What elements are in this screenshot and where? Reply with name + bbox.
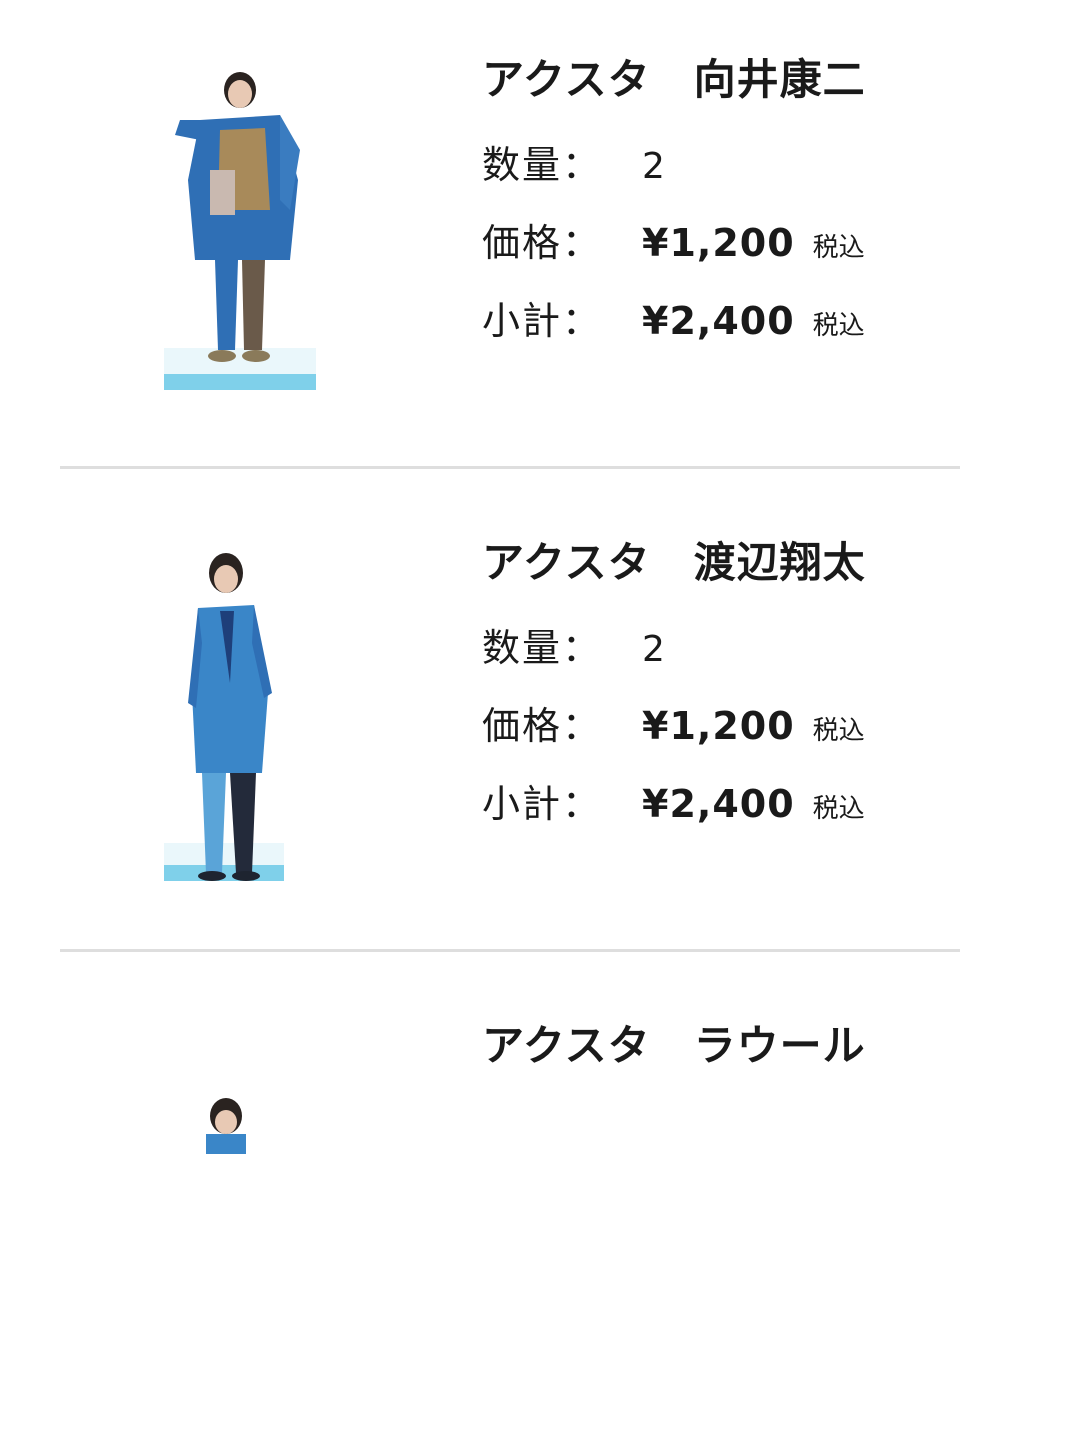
subtotal-tax-note: 税込 xyxy=(812,311,865,341)
item-details: アクスタ ラウール xyxy=(482,1020,1042,1100)
subtotal-tax-note: 税込 xyxy=(812,794,865,824)
quantity-value: 2 xyxy=(642,146,665,187)
cart-item: アクスタ ラウール xyxy=(0,966,1080,1449)
price-label: 価格： xyxy=(482,221,603,265)
price-row: 価格： ¥1,200 税込 xyxy=(482,212,1042,290)
item-divider xyxy=(60,466,960,469)
quantity-row: 数量： 2 xyxy=(482,617,1042,695)
cart-item: アクスタ 渡辺翔太 数量： 2 価格： ¥1,200 税込 小計： ¥2,400… xyxy=(0,483,1080,966)
acrylic-stand-figure-image xyxy=(164,553,284,881)
price-tax-note: 税込 xyxy=(812,233,865,263)
quantity-value: 2 xyxy=(642,629,665,670)
item-name[interactable]: アクスタ ラウール xyxy=(482,1020,1042,1072)
product-image[interactable] xyxy=(140,1026,340,1366)
subtotal-value: ¥2,400 xyxy=(642,782,795,826)
subtotal-row: 小計： ¥2,400 税込 xyxy=(482,773,1042,851)
item-divider xyxy=(60,949,960,952)
item-details: アクスタ 向井康二 数量： 2 価格： ¥1,200 税込 小計： ¥2,400… xyxy=(482,54,1042,368)
quantity-label: 数量： xyxy=(482,143,603,187)
quantity-row: 数量： 2 xyxy=(482,134,1042,212)
item-name[interactable]: アクスタ 向井康二 xyxy=(482,54,1042,106)
item-name[interactable]: アクスタ 渡辺翔太 xyxy=(482,537,1042,589)
subtotal-label: 小計： xyxy=(482,299,603,343)
price-row: 価格： ¥1,200 税込 xyxy=(482,695,1042,773)
subtotal-label: 小計： xyxy=(482,782,603,826)
subtotal-row: 小計： ¥2,400 税込 xyxy=(482,290,1042,368)
price-label: 価格： xyxy=(482,704,603,748)
item-details: アクスタ 渡辺翔太 数量： 2 価格： ¥1,200 税込 小計： ¥2,400… xyxy=(482,537,1042,851)
product-image[interactable] xyxy=(140,543,340,883)
product-image[interactable] xyxy=(140,60,340,400)
cart-item: アクスタ 向井康二 数量： 2 価格： ¥1,200 税込 小計： ¥2,400… xyxy=(0,0,1080,483)
price-value: ¥1,200 xyxy=(642,704,795,748)
acrylic-stand-figure-image xyxy=(206,1098,246,1154)
acrylic-stand-figure-image xyxy=(164,72,316,390)
price-tax-note: 税込 xyxy=(812,716,865,746)
subtotal-value: ¥2,400 xyxy=(642,299,795,343)
price-value: ¥1,200 xyxy=(642,221,795,265)
quantity-label: 数量： xyxy=(482,626,603,670)
